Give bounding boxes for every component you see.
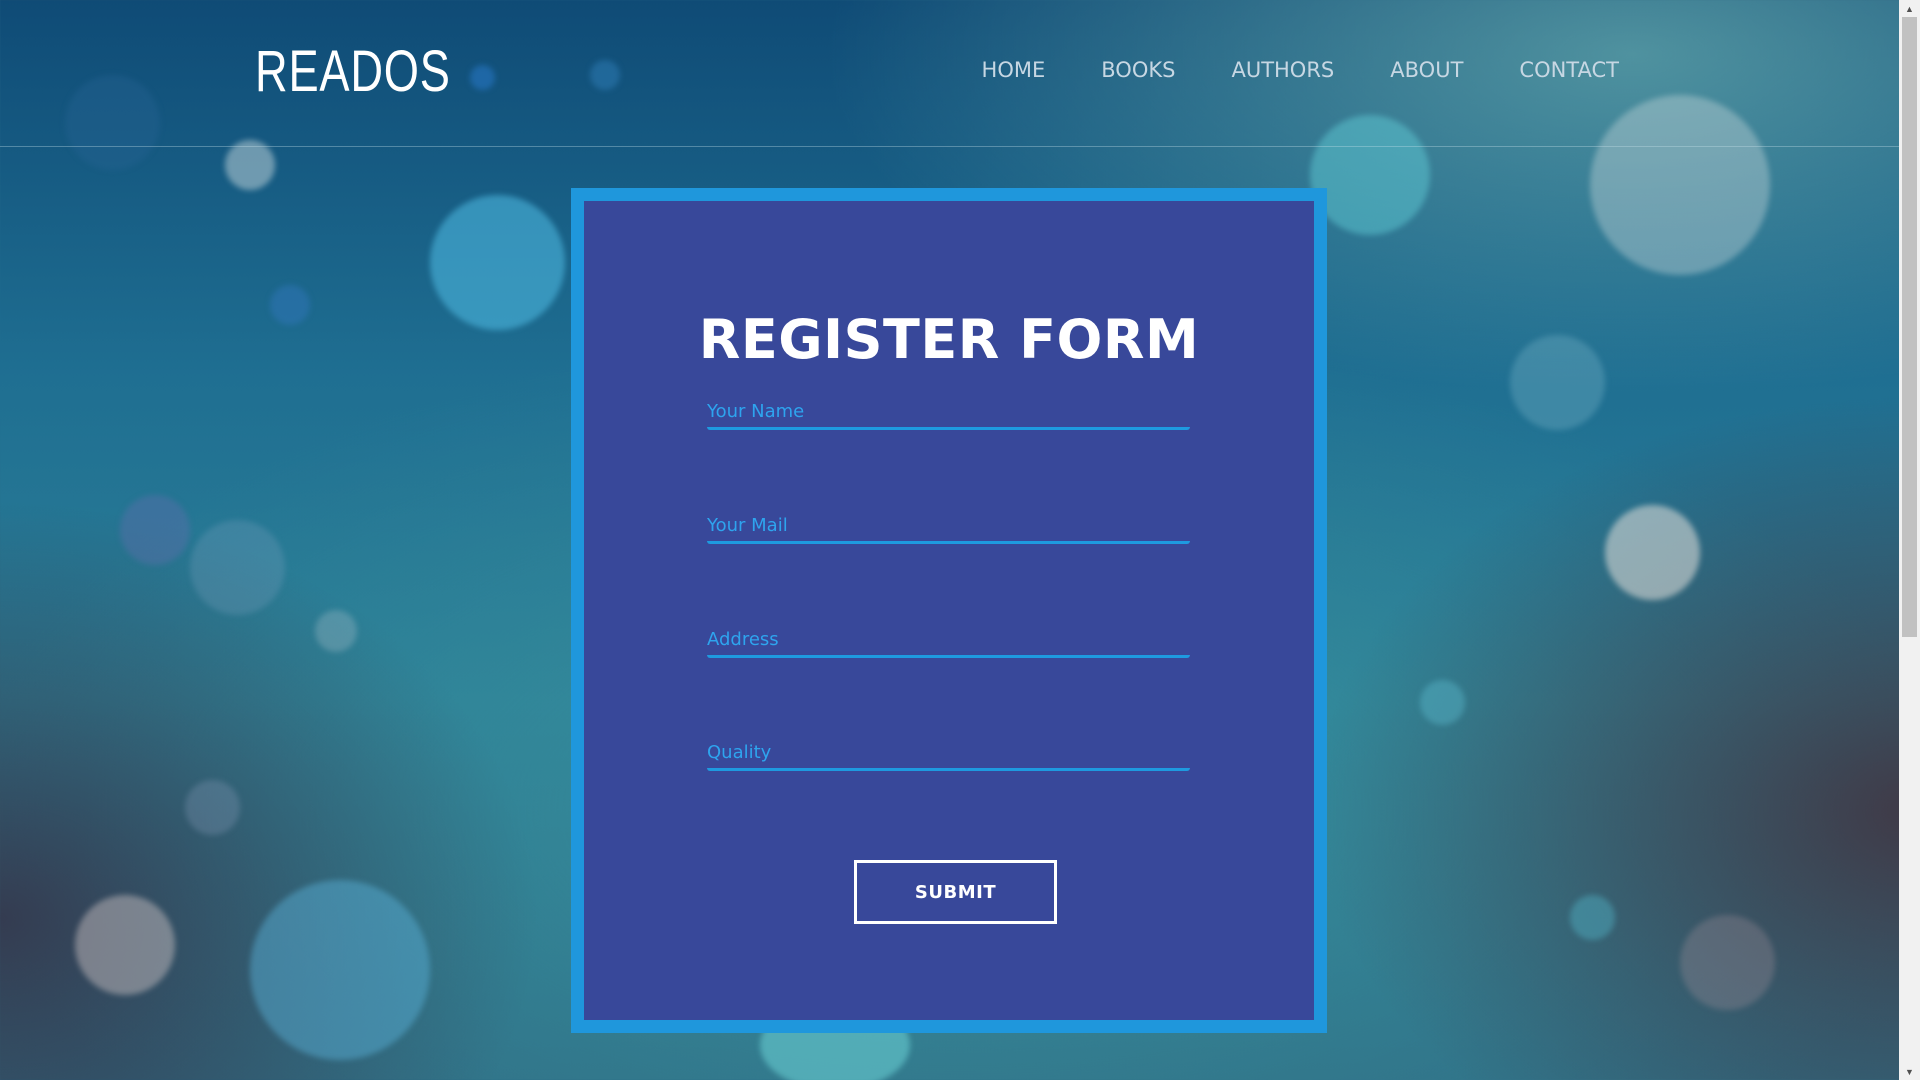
nav-home-link[interactable]: HOME xyxy=(982,58,1046,82)
quality-input[interactable] xyxy=(707,731,1190,768)
mail-field xyxy=(707,504,1190,544)
nav-books-link[interactable]: BOOKS xyxy=(1101,58,1175,82)
address-field xyxy=(707,618,1190,658)
main-nav: HOME BOOKS AUTHORS ABOUT CONTACT xyxy=(982,58,1619,82)
nav-about-link[interactable]: ABOUT xyxy=(1390,58,1463,82)
address-input[interactable] xyxy=(707,618,1190,655)
name-field xyxy=(707,390,1190,430)
site-logo[interactable]: READOS xyxy=(255,38,451,105)
triangle-up-icon[interactable]: ▲ xyxy=(1899,0,1920,17)
nav-authors-link[interactable]: AUTHORS xyxy=(1231,58,1334,82)
scrollbar-thumb[interactable] xyxy=(1902,17,1917,637)
triangle-down-icon[interactable]: ▼ xyxy=(1899,1063,1920,1080)
quality-field xyxy=(707,731,1190,771)
site-header: READOS HOME BOOKS AUTHORS ABOUT CONTACT xyxy=(0,0,1899,147)
register-form-card: REGISTER FORM SUBMIT xyxy=(571,188,1327,1033)
mail-input[interactable] xyxy=(707,504,1190,541)
nav-contact-link[interactable]: CONTACT xyxy=(1519,58,1619,82)
form-title: REGISTER FORM xyxy=(698,308,1200,371)
name-input[interactable] xyxy=(707,390,1190,427)
page-scrollbar[interactable]: ▲ ▼ xyxy=(1899,0,1920,1080)
submit-button[interactable]: SUBMIT xyxy=(854,860,1057,924)
